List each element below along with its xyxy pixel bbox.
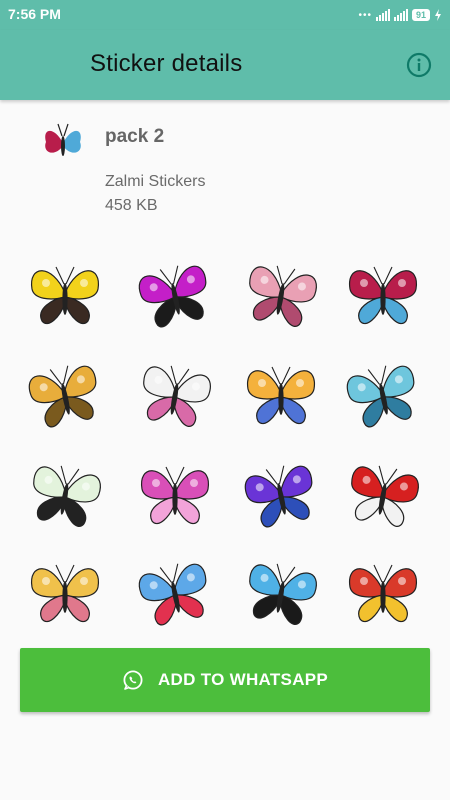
- sticker-7[interactable]: [238, 353, 324, 439]
- butterfly-icon: [31, 266, 99, 325]
- butterfly-icon: [247, 366, 315, 425]
- sticker-14[interactable]: [132, 551, 218, 637]
- butterfly-icon: [349, 564, 417, 623]
- sticker-6[interactable]: [132, 353, 218, 439]
- whatsapp-icon: [123, 670, 143, 690]
- page-title: Sticker details: [90, 50, 243, 77]
- pack-publisher: Zalmi Stickers: [105, 173, 206, 190]
- sticker-11[interactable]: [238, 453, 324, 539]
- butterfly-icon: [33, 465, 101, 527]
- butterfly-icon: [349, 266, 417, 325]
- charging-icon: [435, 9, 441, 21]
- pack-tray-icon: [45, 123, 81, 156]
- butterfly-icon: [31, 564, 99, 623]
- add-to-whatsapp-button[interactable]: ADD TO WHATSAPP: [20, 648, 430, 712]
- sticker-2[interactable]: [132, 253, 218, 339]
- sticker-9[interactable]: [22, 453, 108, 539]
- butterfly-icon: [138, 265, 207, 328]
- butterfly-icon: [249, 563, 317, 625]
- butterfly-icon: [28, 365, 97, 428]
- butterfly-icon: [249, 265, 317, 327]
- signal-icon-2: [393, 9, 408, 21]
- sticker-13[interactable]: [22, 551, 108, 637]
- info-icon[interactable]: [406, 52, 432, 78]
- sticker-15[interactable]: [238, 551, 324, 637]
- add-to-whatsapp-label: ADD TO WHATSAPP: [157, 670, 329, 689]
- sticker-10[interactable]: [132, 453, 218, 539]
- app-bar: Sticker details: [0, 30, 450, 100]
- butterfly-icon: [346, 365, 415, 428]
- butterfly-icon: [138, 563, 207, 626]
- sticker-4[interactable]: [340, 253, 426, 339]
- sticker-12[interactable]: [340, 453, 426, 539]
- butterfly-icon: [141, 466, 209, 525]
- butterfly-icon: [143, 365, 211, 427]
- sticker-1[interactable]: [22, 253, 108, 339]
- sticker-grid: [20, 253, 432, 638]
- status-time: 7:56 PM: [8, 6, 61, 22]
- status-icons: ••• 91: [358, 8, 442, 22]
- butterfly-icon: [244, 465, 313, 528]
- sticker-16[interactable]: [340, 551, 426, 637]
- sticker-5[interactable]: [22, 353, 108, 439]
- sticker-8[interactable]: [340, 353, 426, 439]
- pack-size: 458 KB: [105, 197, 158, 214]
- butterfly-icon: [351, 465, 419, 527]
- pack-name: pack 2: [105, 126, 165, 147]
- notification-dots-icon: •••: [358, 9, 372, 21]
- battery-icon: 91: [411, 9, 430, 21]
- status-bar: 7:56 PM ••• 91: [0, 0, 450, 30]
- signal-icon: [375, 9, 390, 21]
- sticker-3[interactable]: [238, 253, 324, 339]
